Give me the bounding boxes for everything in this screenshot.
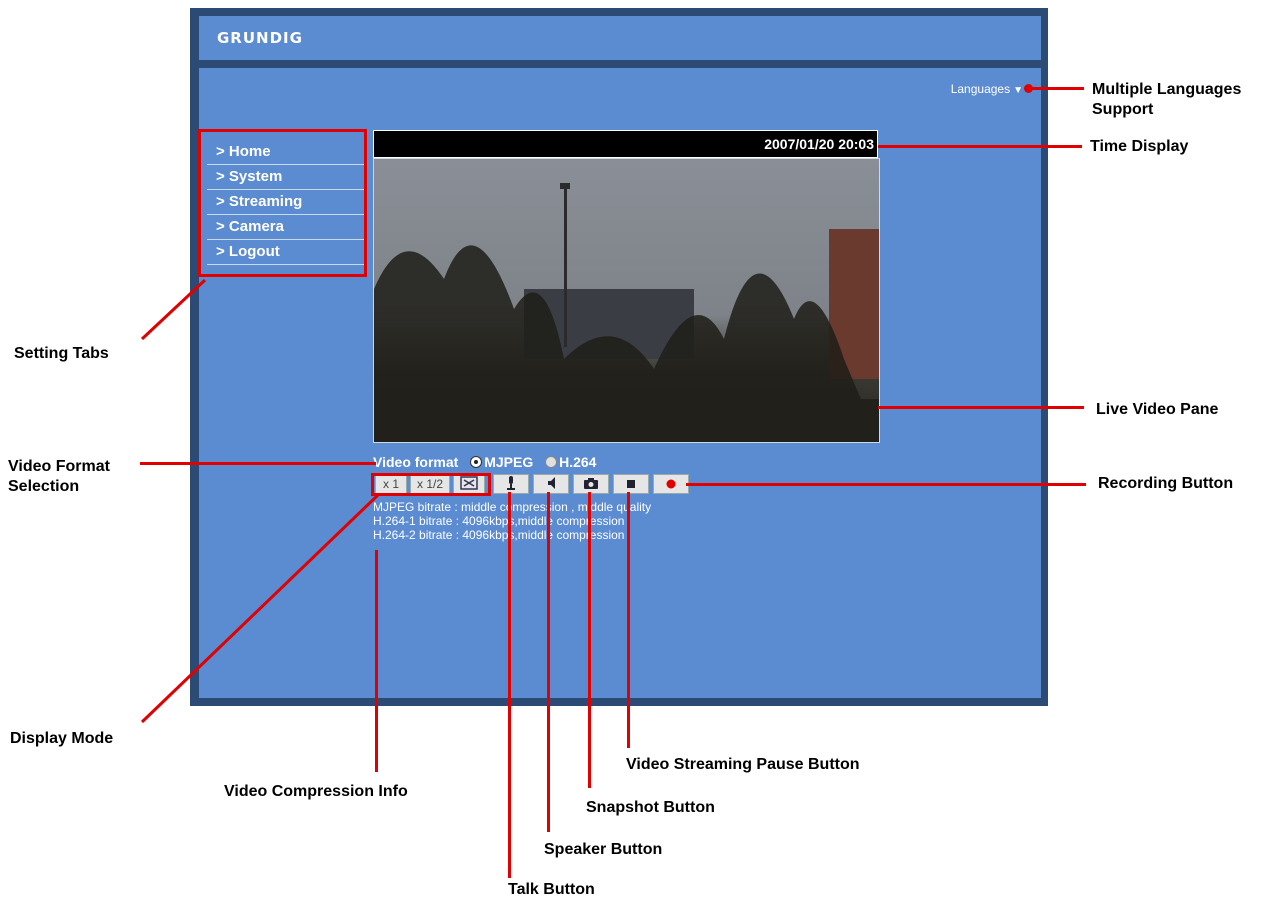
callout-snapshot: Snapshot Button xyxy=(586,799,715,816)
callout-compression: Video Compression Info xyxy=(224,783,408,800)
callout-talk: Talk Button xyxy=(508,881,595,898)
callout-speaker: Speaker Button xyxy=(544,841,663,858)
callout-time-display: Time Display xyxy=(1090,138,1189,155)
callout-format-line1: Video Format xyxy=(8,458,110,475)
callout-languages-line2: Support xyxy=(1092,101,1154,118)
callout-live-video: Live Video Pane xyxy=(1096,401,1219,418)
callout-display-mode: Display Mode xyxy=(10,730,114,747)
callout-languages: Multiple Languages Support xyxy=(1092,80,1241,120)
callout-pause: Video Streaming Pause Button xyxy=(626,756,860,773)
callout-format-line2: Selection xyxy=(8,478,80,495)
callout-languages-line1: Multiple Languages xyxy=(1092,81,1242,98)
callout-setting-tabs: Setting Tabs xyxy=(14,345,109,362)
callout-recording: Recording Button xyxy=(1098,475,1234,492)
callout-video-format: Video Format Selection xyxy=(8,457,110,497)
